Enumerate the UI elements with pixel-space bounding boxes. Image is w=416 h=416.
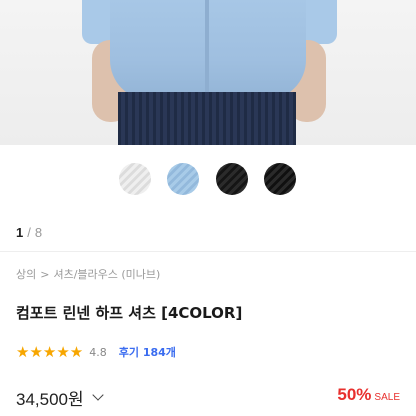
breadcrumb-separator: > [40, 268, 50, 281]
breadcrumb: 상의 > 셔츠/블라우스 (미나브) [16, 266, 160, 282]
swatch-black[interactable] [216, 163, 248, 195]
discount-percent: 50% [337, 385, 372, 404]
section-divider [0, 251, 416, 252]
pager-total: 8 [34, 225, 43, 240]
model-pants [118, 92, 296, 145]
breadcrumb-subcategory[interactable]: 셔츠/블라우스 (미나브) [53, 268, 160, 281]
image-pager: 1/8 [16, 225, 42, 240]
chevron-down-icon [91, 389, 104, 401]
review-count-link[interactable]: 후기 184개 [119, 344, 176, 360]
product-title: 컴포트 린넨 하프 셔츠 [4COLOR] [16, 304, 243, 322]
breadcrumb-category[interactable]: 상의 [16, 268, 36, 281]
rating-row: ★★★★★ 4.8 후기 184개 [16, 344, 176, 360]
price-dropdown[interactable]: 34,500원 [16, 385, 104, 410]
swatch-sky-blue[interactable] [167, 163, 199, 195]
price-row: 34,500원 50% SALE [16, 385, 400, 409]
sale-label: SALE [374, 392, 400, 403]
color-swatches [0, 163, 416, 195]
product-image[interactable] [0, 0, 416, 145]
pager-separator: / [27, 225, 31, 240]
pager-current: 1 [16, 225, 24, 240]
swatch-light-gray[interactable] [119, 163, 151, 195]
rating-score: 4.8 [89, 345, 107, 359]
shirt-placket [205, 0, 209, 100]
discount-badge: 50% SALE [337, 385, 400, 405]
swatch-charcoal[interactable] [264, 163, 296, 195]
star-rating-icon: ★★★★★ [16, 343, 84, 361]
price-value: 34,500원 [16, 390, 84, 409]
